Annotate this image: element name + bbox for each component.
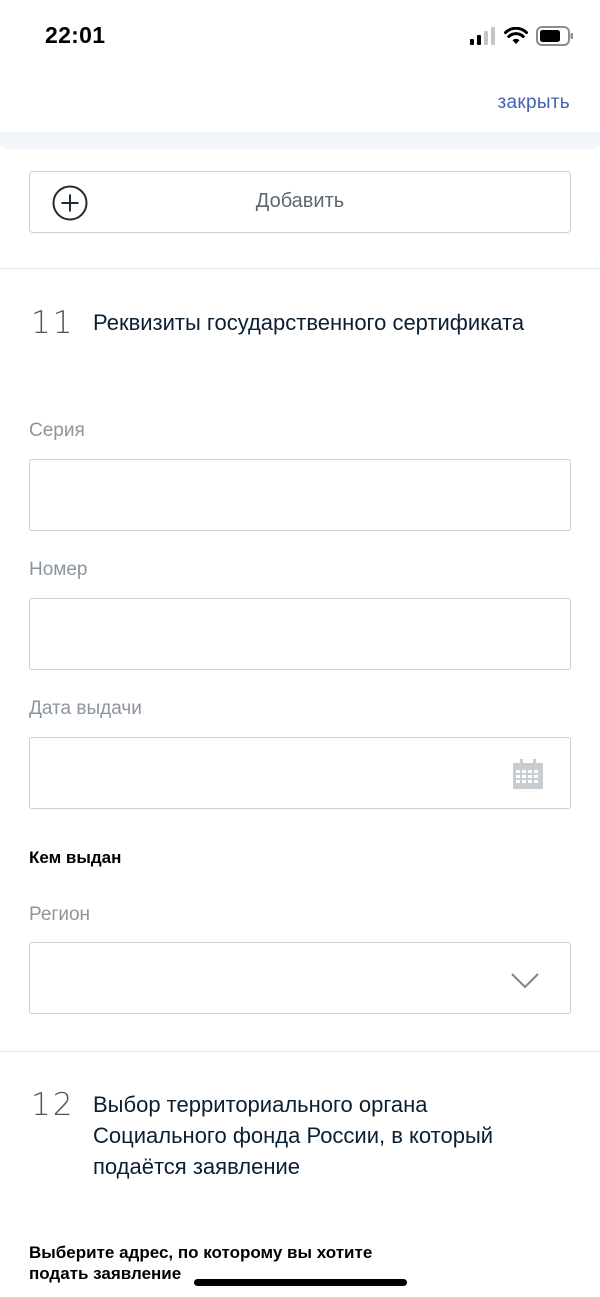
issue-date-input[interactable] — [30, 738, 570, 808]
series-input[interactable] — [30, 460, 570, 530]
series-field[interactable] — [29, 459, 571, 531]
add-button[interactable]: Добавить — [29, 171, 571, 233]
section-number: 12 — [31, 1087, 75, 1123]
status-time: 22:01 — [45, 22, 106, 48]
divider — [0, 1051, 600, 1052]
status-icons — [470, 24, 574, 48]
calendar-icon[interactable] — [512, 758, 544, 790]
issued-by-heading: Кем выдан — [29, 848, 122, 867]
region-select[interactable] — [29, 942, 571, 1014]
section-title: Реквизиты государственного сертификата — [93, 310, 525, 335]
issue-date-field[interactable] — [29, 737, 571, 809]
section-number: 11 — [31, 305, 75, 341]
region-label: Регион — [29, 904, 91, 925]
wifi-icon — [504, 27, 528, 44]
number-label: Номер — [29, 559, 88, 580]
add-button-label: Добавить — [255, 190, 345, 212]
chevron-down-icon — [511, 973, 539, 989]
section-title: Выбор территориального органа Социальног… — [93, 1092, 494, 1179]
close-link[interactable]: закрыть — [497, 92, 570, 114]
top-bar: закрыть — [0, 70, 600, 132]
series-label: Серия — [29, 420, 85, 441]
issue-date-label: Дата выдачи — [29, 698, 142, 719]
cellular-signal-icon — [470, 27, 495, 45]
battery-icon — [536, 26, 573, 46]
divider — [0, 268, 600, 269]
number-field[interactable] — [29, 598, 571, 670]
status-bar: 22:01 — [0, 0, 600, 70]
header-shadow — [0, 132, 600, 150]
number-input[interactable] — [30, 599, 570, 669]
address-prompt: Выберите адрес, по которому вы хотите по… — [29, 1243, 373, 1283]
region-select-value[interactable] — [30, 943, 570, 1013]
home-indicator[interactable] — [194, 1279, 407, 1286]
